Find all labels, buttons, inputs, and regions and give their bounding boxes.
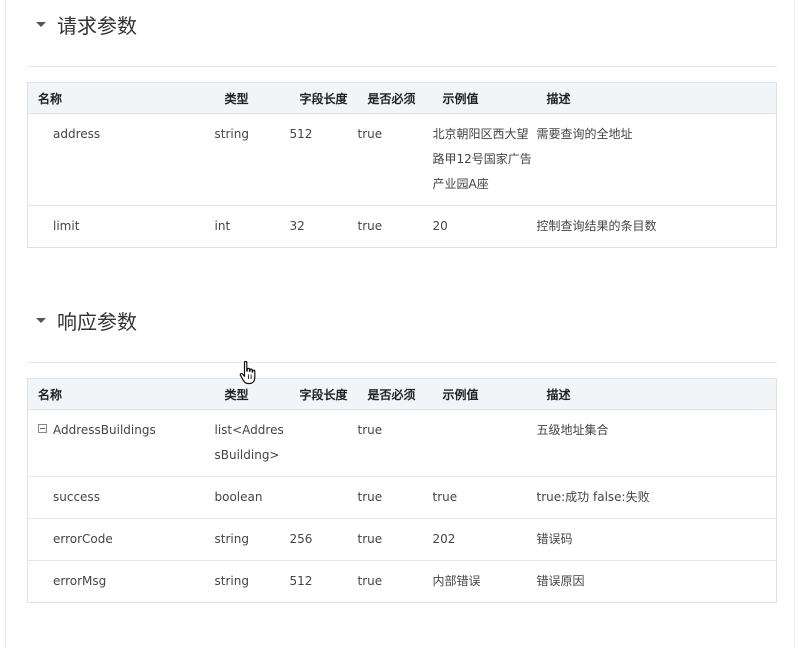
param-name: limit: [53, 219, 80, 233]
response-params-table: 名称 类型 字段长度 是否必须 示例值 描述 AddressBuildings …: [27, 378, 777, 603]
param-length: 256: [289, 518, 358, 561]
column-header-required: 是否必须: [357, 82, 433, 114]
param-required: true: [357, 476, 433, 519]
request-params-table: 名称 类型 字段长度 是否必须 示例值 描述 address string 51…: [27, 82, 777, 248]
table-row: errorCode string 256 true 202 错误码: [27, 518, 777, 561]
caret-down-icon[interactable]: [36, 317, 46, 323]
table-row: AddressBuildings list<AddressBuilding> t…: [27, 409, 777, 477]
table-header-row: 名称 类型 字段长度 是否必须 示例值 描述: [27, 82, 777, 114]
param-type: list<AddressBuilding>: [214, 409, 290, 477]
left-border-line: [5, 0, 6, 648]
param-length: 512: [289, 574, 313, 588]
table-row: success boolean true true true:成功 false:…: [27, 476, 777, 519]
param-length: 512: [289, 113, 358, 206]
param-name-cell: AddressBuildings: [27, 409, 215, 477]
param-length: [289, 409, 358, 477]
param-type: string: [214, 518, 290, 561]
param-required: true: [357, 113, 433, 206]
param-name: errorMsg: [53, 574, 107, 588]
param-example: 20: [432, 219, 448, 233]
table-row: limit int 32 true 20 控制查询结果的条目数: [28, 206, 777, 248]
param-description: 需要查询的全地址: [536, 113, 777, 206]
right-border-line: [794, 0, 795, 648]
param-required: true: [357, 409, 433, 477]
param-example: 202: [432, 518, 537, 561]
column-header-description: 描述: [536, 82, 777, 114]
param-type: string: [214, 113, 290, 206]
param-description: 控制查询结果的条目数: [536, 219, 657, 233]
param-length: 32: [289, 219, 305, 233]
request-params-title: 请求参数: [57, 13, 137, 38]
column-header-name: 名称: [27, 378, 215, 410]
param-name: AddressBuildings: [53, 423, 156, 437]
response-params-header[interactable]: 响应参数: [36, 305, 137, 335]
table-row: errorMsg string 512 true 内部错误 错误原因: [28, 561, 777, 603]
column-header-example: 示例值: [432, 378, 537, 410]
hand-pointer-icon: [239, 360, 256, 385]
param-type: string: [214, 574, 249, 588]
param-description: 五级地址集合: [536, 409, 777, 477]
param-type: boolean: [214, 476, 290, 519]
param-required: true: [357, 219, 383, 233]
param-name: address: [27, 113, 215, 206]
param-example: 内部错误: [432, 574, 481, 588]
table-row: address string 512 true 北京朝阳区西大望路甲12号国家广…: [27, 113, 777, 206]
request-params-divider: [27, 66, 777, 67]
column-header-description: 描述: [536, 378, 777, 410]
param-type: int: [214, 219, 231, 233]
param-name: errorCode: [27, 518, 215, 561]
param-required: true: [357, 574, 383, 588]
column-header-length: 字段长度: [289, 82, 358, 114]
response-params-divider: [27, 362, 777, 363]
column-header-length: 字段长度: [289, 378, 358, 410]
column-header-example: 示例值: [432, 82, 537, 114]
minus-square-icon[interactable]: [38, 424, 47, 433]
param-required: true: [357, 518, 433, 561]
request-params-header[interactable]: 请求参数: [36, 9, 137, 39]
param-length: [289, 476, 358, 519]
param-example: [432, 409, 537, 477]
column-header-type: 类型: [214, 82, 290, 114]
param-example: 北京朝阳区西大望路甲12号国家广告产业园A座: [432, 113, 537, 206]
param-name: success: [27, 476, 215, 519]
param-description: 错误原因: [536, 574, 585, 588]
caret-down-icon[interactable]: [36, 21, 46, 27]
table-header-row: 名称 类型 字段长度 是否必须 示例值 描述: [27, 378, 777, 410]
param-description: true:成功 false:失败: [536, 476, 777, 519]
param-example: true: [432, 476, 537, 519]
response-params-title: 响应参数: [57, 309, 137, 334]
column-header-required: 是否必须: [357, 378, 433, 410]
param-description: 错误码: [536, 518, 777, 561]
column-header-name: 名称: [27, 82, 215, 114]
